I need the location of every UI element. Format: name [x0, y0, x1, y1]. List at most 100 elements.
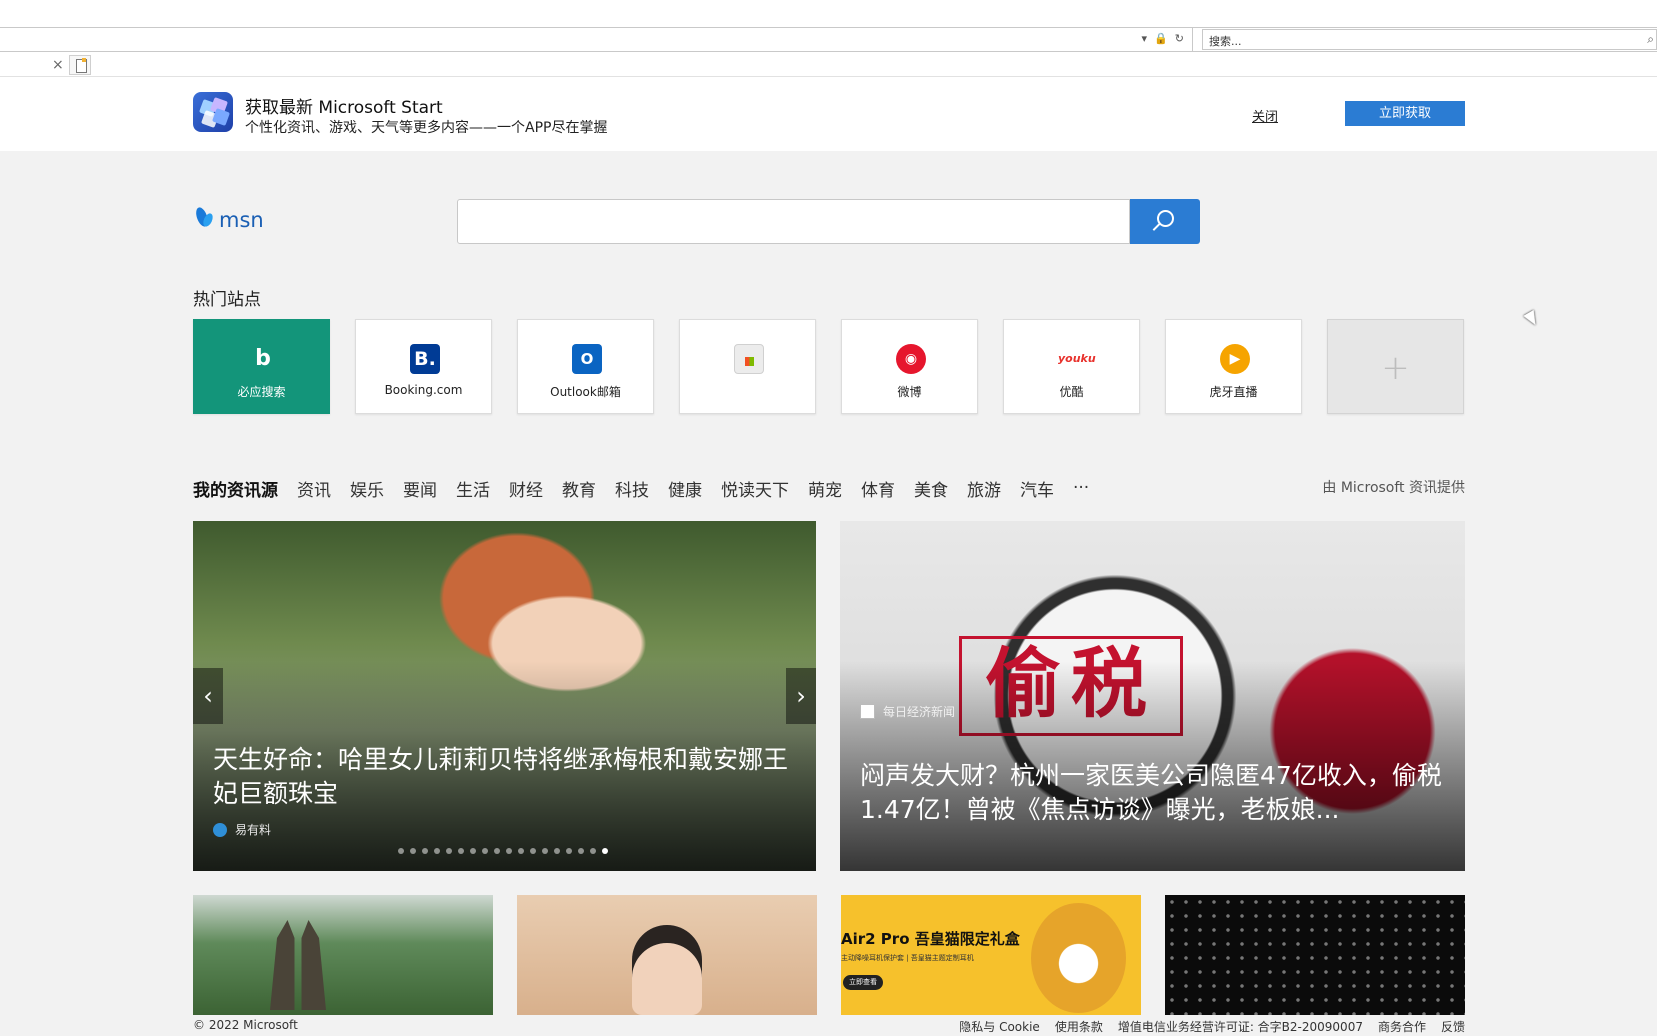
- youku-icon: youku: [1058, 352, 1096, 365]
- tab-travel[interactable]: 旅游: [967, 476, 1001, 501]
- promo-subtitle: 个性化资讯、游戏、天气等更多内容——一个APP尽在掌握: [245, 120, 608, 136]
- source-logo-icon: [213, 822, 227, 837]
- carousel-prev-button[interactable]: ‹: [193, 668, 223, 724]
- top-site-label: 优酷: [1059, 385, 1084, 399]
- tab-auto[interactable]: 汽车: [1020, 476, 1054, 501]
- news-card[interactable]: [517, 895, 817, 1015]
- tab-food[interactable]: 美食: [914, 476, 948, 501]
- browser-search-placeholder: 搜索...: [1209, 35, 1242, 48]
- ad-card[interactable]: Air2 Pro 吾皇猫限定礼盒 主动降噪耳机保护套 | 吾皇猫主题定制耳机 立…: [841, 895, 1141, 1015]
- carousel-dot[interactable]: [554, 848, 560, 854]
- microsoft-start-logo: [193, 92, 233, 132]
- tab-pets[interactable]: 萌宠: [808, 476, 842, 501]
- bing-icon: b: [255, 346, 271, 371]
- carousel-dot[interactable]: [494, 848, 500, 854]
- close-tab-icon[interactable]: ×: [52, 57, 64, 73]
- huya-icon: ▶: [1220, 344, 1250, 374]
- article-title[interactable]: 闷声发大财？杭州一家医美公司隐匿47亿收入，偷税1.47亿！曾被《焦点访谈》曝光…: [860, 759, 1450, 827]
- ad-subline: 主动降噪耳机保护套 | 吾皇猫主题定制耳机: [841, 954, 974, 962]
- news-card[interactable]: [1165, 895, 1465, 1015]
- tab-education[interactable]: 教育: [562, 476, 596, 501]
- carousel-next-button[interactable]: ›: [786, 668, 816, 724]
- tab-reading[interactable]: 悦读天下: [721, 476, 789, 501]
- carousel-dot[interactable]: [410, 848, 416, 854]
- tab-news[interactable]: 资讯: [297, 476, 331, 501]
- add-top-site-button[interactable]: +: [1327, 319, 1464, 414]
- top-site-outlook[interactable]: O Outlook邮箱: [517, 319, 654, 414]
- top-sites-title: 热门站点: [193, 290, 261, 310]
- ad-headline: Air2 Pro 吾皇猫限定礼盒: [841, 930, 1020, 948]
- hero-source: 易有料: [213, 821, 271, 838]
- mouse-cursor-icon: [1523, 309, 1541, 329]
- tab-my-feed[interactable]: 我的资讯源: [193, 476, 278, 501]
- promo-title: 获取最新 Microsoft Start: [245, 98, 443, 118]
- carousel-dot[interactable]: [602, 848, 608, 854]
- carousel-indicators: [398, 848, 608, 854]
- carousel-dot[interactable]: [470, 848, 476, 854]
- copyright: © 2022 Microsoft: [193, 1018, 298, 1032]
- main-search-input[interactable]: [457, 199, 1130, 244]
- weibo-icon: ◉: [896, 344, 926, 374]
- carousel-dot[interactable]: [506, 848, 512, 854]
- tab-finance[interactable]: 财经: [509, 476, 543, 501]
- carousel-dot[interactable]: [530, 848, 536, 854]
- news-card[interactable]: [193, 895, 493, 1015]
- carousel-dot[interactable]: [422, 848, 428, 854]
- carousel-dot[interactable]: [518, 848, 524, 854]
- tab-entertainment[interactable]: 娱乐: [350, 476, 384, 501]
- promo-get-button[interactable]: 立即获取: [1345, 101, 1465, 126]
- lock-icon[interactable]: 🔒: [1154, 32, 1168, 45]
- article-source-name: 每日经济新闻: [883, 705, 956, 719]
- top-site-microsoft-store[interactable]: [679, 319, 816, 414]
- search-icon[interactable]: ⌕: [1647, 32, 1654, 47]
- carousel-dot[interactable]: [578, 848, 584, 854]
- hero-title[interactable]: 天生好命：哈里女儿莉莉贝特将继承梅根和戴安娜王妃巨额珠宝: [213, 743, 793, 811]
- address-bar-icons: ▾ 🔒 ↻: [1142, 32, 1184, 45]
- top-site-label: 微博: [897, 385, 922, 399]
- browser-search-box[interactable]: 搜索... ⌕: [1202, 29, 1657, 50]
- carousel-dot[interactable]: [434, 848, 440, 854]
- carousel-dot[interactable]: [458, 848, 464, 854]
- promo-close-link[interactable]: 关闭: [1252, 106, 1278, 125]
- top-site-youku[interactable]: youku 优酷: [1003, 319, 1140, 414]
- address-row: ▾ 🔒 ↻ 搜索... ⌕: [0, 27, 1657, 52]
- tab-headlines[interactable]: 要闻: [403, 476, 437, 501]
- terms-link[interactable]: 使用条款: [1055, 1018, 1103, 1035]
- provider-credit: 由 Microsoft 资讯提供: [1322, 480, 1465, 496]
- business-link[interactable]: 商务合作: [1378, 1018, 1426, 1035]
- carousel-dot[interactable]: [482, 848, 488, 854]
- plus-icon: +: [1381, 348, 1410, 388]
- top-site-label: Outlook邮箱: [550, 385, 621, 399]
- promo-banner: 获取最新 Microsoft Start 个性化资讯、游戏、天气等更多内容——一…: [0, 77, 1657, 151]
- tab-technology[interactable]: 科技: [615, 476, 649, 501]
- main-search-button[interactable]: [1130, 199, 1200, 244]
- top-site-booking[interactable]: B. Booking.com: [355, 319, 492, 414]
- license-link[interactable]: 增值电信业务经营许可证: 合字B2-20090007: [1118, 1018, 1363, 1035]
- source-logo-icon: [860, 704, 875, 719]
- ad-view-button[interactable]: 立即查看: [843, 975, 883, 990]
- top-site-bing[interactable]: b 必应搜索: [193, 319, 330, 414]
- outlook-icon: O: [572, 344, 602, 374]
- featured-article[interactable]: 偷税 每日经济新闻 闷声发大财？杭州一家医美公司隐匿47亿收入，偷税1.47亿！…: [840, 521, 1465, 871]
- feedback-link[interactable]: 反馈: [1441, 1018, 1465, 1035]
- hero-carousel[interactable]: 天生好命：哈里女儿莉莉贝特将继承梅根和戴安娜王妃巨额珠宝 易有料 ‹ ›: [193, 521, 816, 871]
- carousel-dot[interactable]: [398, 848, 404, 854]
- dropdown-icon[interactable]: ▾: [1142, 32, 1148, 45]
- tab-health[interactable]: 健康: [668, 476, 702, 501]
- article-source: 每日经济新闻: [860, 703, 955, 720]
- tab-sports[interactable]: 体育: [861, 476, 895, 501]
- top-site-weibo[interactable]: ◉ 微博: [841, 319, 978, 414]
- msn-logo[interactable]: msn: [193, 205, 264, 235]
- privacy-link[interactable]: 隐私与 Cookie: [959, 1018, 1040, 1035]
- more-tabs-button[interactable]: ···: [1073, 478, 1089, 498]
- carousel-dot[interactable]: [446, 848, 452, 854]
- new-tab-button[interactable]: [69, 55, 91, 75]
- tab-lifestyle[interactable]: 生活: [456, 476, 490, 501]
- carousel-dot[interactable]: [566, 848, 572, 854]
- carousel-dot[interactable]: [590, 848, 596, 854]
- address-bar[interactable]: ▾ 🔒 ↻: [0, 28, 1193, 51]
- carousel-dot[interactable]: [542, 848, 548, 854]
- refresh-icon[interactable]: ↻: [1175, 32, 1184, 45]
- footer-links: 隐私与 Cookie 使用条款 增值电信业务经营许可证: 合字B2-200900…: [959, 1018, 1465, 1035]
- top-site-huya[interactable]: ▶ 虎牙直播: [1165, 319, 1302, 414]
